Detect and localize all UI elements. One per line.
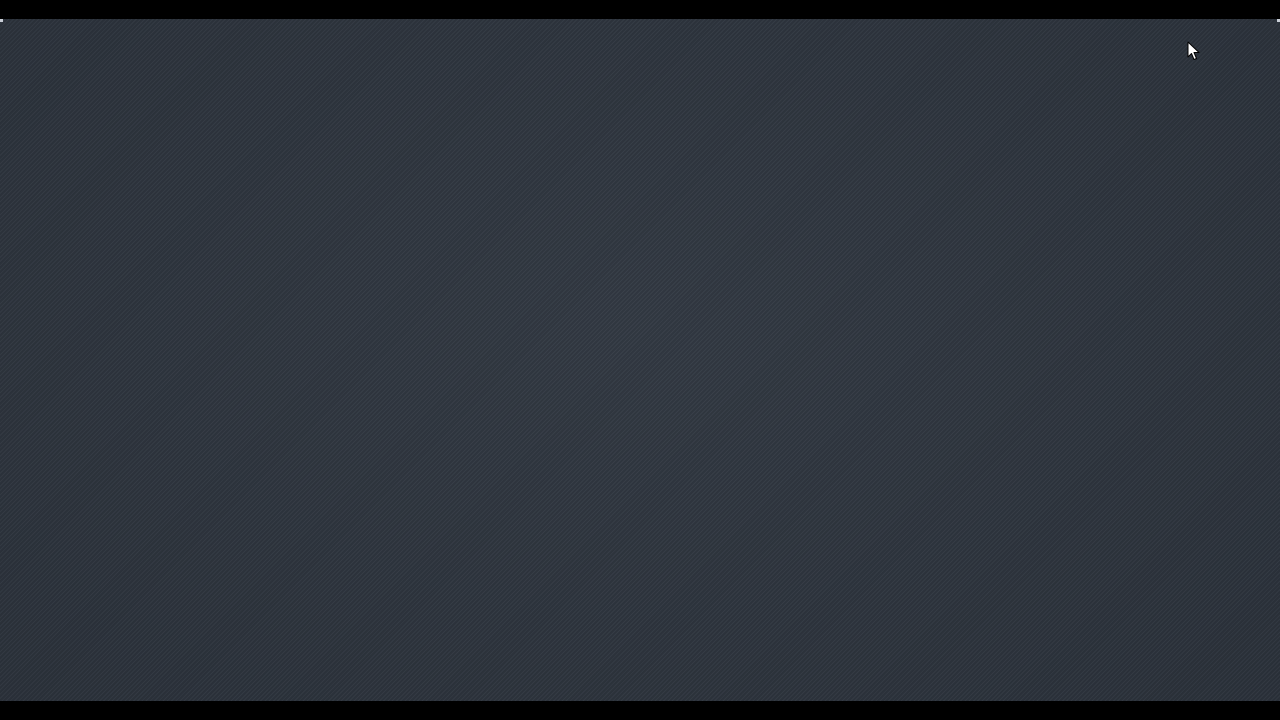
arrow-pointer-icon — [1187, 41, 1200, 60]
desktop-background[interactable] — [0, 19, 1280, 701]
letterbox-top-bar — [0, 0, 1280, 19]
screen-corner-marker-left — [0, 19, 3, 22]
screen — [0, 0, 1280, 720]
letterbox-bottom-bar — [0, 701, 1280, 720]
